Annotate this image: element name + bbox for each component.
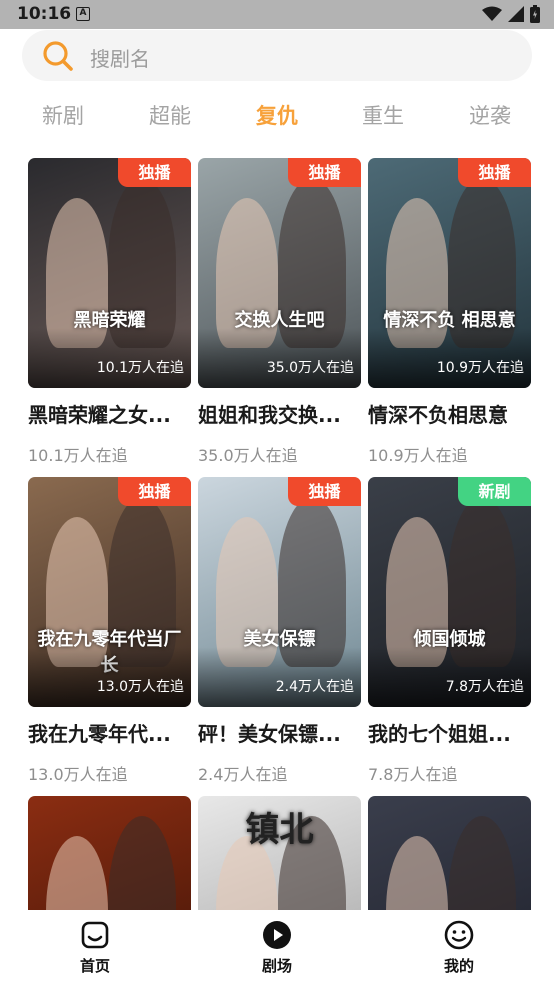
drama-card[interactable]: 黑暗荣耀 10.1万人在追 独播 黑暗荣耀之女... 10.1万人在追 xyxy=(28,158,191,466)
drama-card[interactable]: 美女保镖 2.4万人在追 独播 砰！美女保镖... 2.4万人在追 xyxy=(198,477,361,785)
drama-poster[interactable]: 情深不负 相思意 10.9万人在追 独播 xyxy=(368,158,531,388)
status-time: 10:16 xyxy=(17,4,72,24)
search-bar[interactable]: 搜剧名 xyxy=(22,30,532,81)
drama-poster[interactable]: 交换人生吧 35.0万人在追 独播 xyxy=(198,158,361,388)
notification-icon: A xyxy=(76,7,90,21)
poster-follow-count: 13.0万人在追 xyxy=(96,679,184,695)
tab-comeback[interactable]: 逆袭 xyxy=(455,100,525,130)
exclusive-badge: 独播 xyxy=(118,477,191,506)
status-bar: 10:16 A xyxy=(0,0,554,29)
drama-followers: 35.0万人在追 xyxy=(198,446,298,465)
drama-poster[interactable]: 倾国倾城 7.8万人在追 新剧 xyxy=(368,477,531,707)
signal-icon xyxy=(508,6,524,22)
drama-card[interactable]: 交换人生吧 35.0万人在追 独播 姐姐和我交换... 35.0万人在追 xyxy=(198,158,361,466)
nav-theater[interactable]: 剧场 xyxy=(232,920,322,976)
wifi-icon xyxy=(482,6,502,21)
exclusive-badge: 独播 xyxy=(118,158,191,187)
nav-home-label: 首页 xyxy=(79,957,110,975)
drama-card[interactable]: 情深不负 相思意 10.9万人在追 独播 情深不负相思意 10.9万人在追 xyxy=(368,158,531,466)
category-tabs: 新剧 超能 复仇 重生 逆袭 xyxy=(0,100,554,136)
drama-followers: 2.4万人在追 xyxy=(198,765,288,784)
search-placeholder: 搜剧名 xyxy=(90,47,150,71)
home-icon xyxy=(81,921,109,949)
nav-profile[interactable]: 我的 xyxy=(414,920,504,976)
status-icons xyxy=(482,5,540,23)
poster-follow-count: 7.8万人在追 xyxy=(445,679,524,695)
poster-title-art: 镇北 xyxy=(245,810,314,850)
nav-theater-label: 剧场 xyxy=(261,957,292,975)
drama-poster[interactable]: 我在九零年代当厂长13.0万人在追独播 xyxy=(28,477,191,707)
drama-title[interactable]: 我在九零年代... xyxy=(28,718,191,747)
drama-card[interactable]: 我在九零年代当厂长13.0万人在追独播我在九零年代...13.0万人在追 xyxy=(28,477,191,785)
nav-profile-label: 我的 xyxy=(443,957,474,975)
drama-card[interactable]: 倾国倾城 7.8万人在追 新剧 我的七个姐姐... 7.8万人在追 xyxy=(368,477,531,785)
drama-poster[interactable]: 黑暗荣耀 10.1万人在追 独播 xyxy=(28,158,191,388)
poster-follow-count: 2.4万人在追 xyxy=(275,679,354,695)
search-icon xyxy=(43,41,73,71)
drama-title[interactable]: 砰！美女保镖... xyxy=(198,718,361,747)
tab-superpower[interactable]: 超能 xyxy=(135,100,205,130)
drama-followers: 10.1万人在追 xyxy=(28,446,128,465)
tab-new[interactable]: 新剧 xyxy=(28,100,98,130)
drama-followers: 13.0万人在追 xyxy=(28,765,128,784)
play-icon xyxy=(263,921,291,949)
drama-poster[interactable]: 美女保镖 2.4万人在追 独播 xyxy=(198,477,361,707)
new-badge: 新剧 xyxy=(458,477,531,506)
drama-followers: 7.8万人在追 xyxy=(368,765,458,784)
drama-title[interactable]: 情深不负相思意 xyxy=(368,399,531,428)
tab-rebirth[interactable]: 重生 xyxy=(348,100,418,130)
exclusive-badge: 独播 xyxy=(458,158,531,187)
drama-title[interactable]: 黑暗荣耀之女... xyxy=(28,399,191,428)
drama-followers: 10.9万人在追 xyxy=(368,446,468,465)
drama-title[interactable]: 我的七个姐姐... xyxy=(368,718,531,747)
bottom-nav: 首页 剧场 我的 xyxy=(0,910,554,984)
poster-follow-count: 35.0万人在追 xyxy=(266,360,354,376)
poster-follow-count: 10.9万人在追 xyxy=(436,360,524,376)
smile-icon xyxy=(444,920,474,950)
exclusive-badge: 独播 xyxy=(288,477,361,506)
poster-follow-count: 10.1万人在追 xyxy=(96,360,184,376)
app-screen: 10:16 A 搜剧名 新剧 超能 复仇 重生 逆袭 黑暗荣耀 10.1万人在追… xyxy=(0,0,554,984)
drama-title[interactable]: 姐姐和我交换... xyxy=(198,399,361,428)
nav-home[interactable]: 首页 xyxy=(50,920,140,976)
tab-revenge[interactable]: 复仇 xyxy=(242,100,312,130)
battery-icon xyxy=(530,5,540,23)
exclusive-badge: 独播 xyxy=(288,158,361,187)
